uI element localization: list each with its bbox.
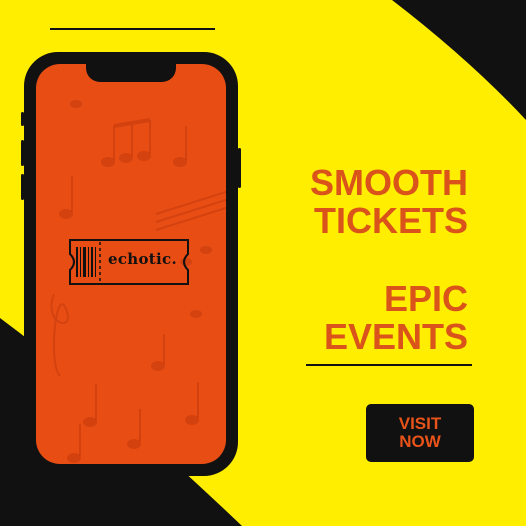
- headline-line: SMOOTH: [310, 162, 468, 203]
- cta-line: NOW: [399, 432, 441, 451]
- headline-line: TICKETS: [313, 200, 468, 241]
- top-divider: [50, 28, 215, 30]
- brand-name: echotic.: [108, 250, 177, 268]
- headline-divider: [306, 364, 472, 366]
- headline-epic-events: EPIC EVENTS: [324, 280, 468, 356]
- phone-volume-down-button: [21, 174, 24, 200]
- headline-line: EPIC: [383, 278, 468, 319]
- phone-screen: echotic.: [36, 64, 226, 464]
- phone-mockup: echotic.: [21, 52, 241, 476]
- phone-volume-up-button: [21, 140, 24, 166]
- headline-smooth-tickets: SMOOTH TICKETS: [310, 164, 468, 240]
- ticket-logo: echotic.: [66, 236, 192, 288]
- phone-notch: [86, 64, 176, 82]
- barcode-icon: [76, 247, 96, 277]
- headline-line: EVENTS: [323, 316, 468, 357]
- cta-line: VISIT: [398, 414, 442, 433]
- visit-now-button[interactable]: VISIT NOW: [366, 404, 474, 462]
- phone-side-button: [21, 112, 24, 126]
- phone-power-button: [238, 148, 241, 188]
